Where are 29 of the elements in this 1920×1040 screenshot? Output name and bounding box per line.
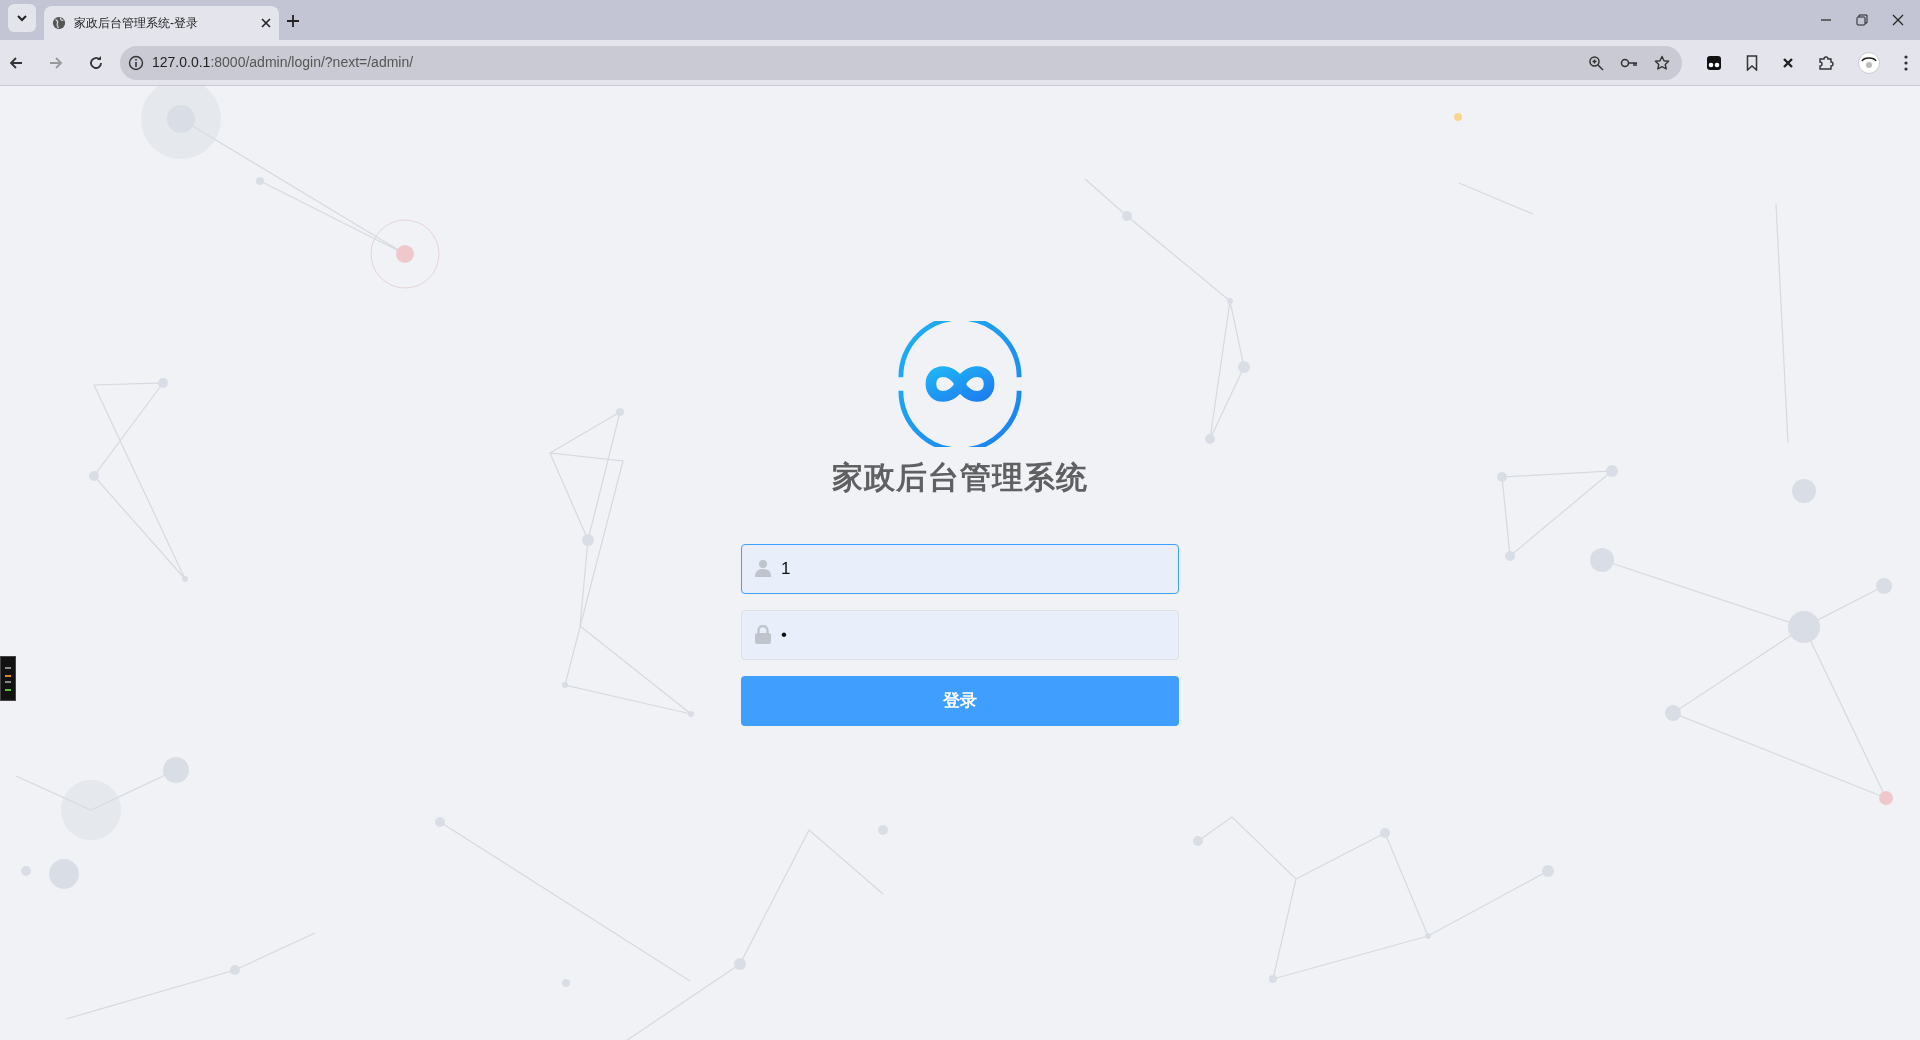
- new-tab-icon[interactable]: [287, 14, 299, 27]
- close-icon[interactable]: [1892, 14, 1904, 26]
- password-field[interactable]: •: [741, 609, 1179, 660]
- restore-icon[interactable]: [1856, 14, 1868, 26]
- globe-icon: [52, 16, 66, 30]
- x-icon[interactable]: [1782, 56, 1794, 69]
- lock-icon: [755, 624, 771, 644]
- zoom-icon[interactable]: [1588, 54, 1604, 71]
- info-icon[interactable]: [128, 54, 144, 71]
- tab-title: 家政后台管理系统-登录: [74, 15, 199, 32]
- caret-icon: [16, 14, 28, 22]
- infinity-logo-icon: [897, 321, 1023, 447]
- user-icon: [755, 558, 771, 577]
- key-icon[interactable]: [1620, 56, 1638, 69]
- bookmark-icon[interactable]: [1746, 54, 1758, 71]
- menu-icon[interactable]: [1904, 54, 1908, 71]
- tab-search-button[interactable]: [8, 4, 36, 32]
- browser-tab[interactable]: 家政后台管理系统-登录: [44, 6, 279, 40]
- username-field[interactable]: 1: [741, 543, 1179, 594]
- glasses-icon[interactable]: [1706, 54, 1722, 71]
- level-meter-icon: [0, 656, 16, 701]
- close-icon[interactable]: [261, 18, 271, 28]
- star-icon[interactable]: [1654, 54, 1670, 71]
- reload-icon[interactable]: [88, 54, 104, 71]
- avatar-icon[interactable]: [1858, 51, 1880, 74]
- puzzle-icon[interactable]: [1818, 54, 1834, 71]
- forward-icon: [48, 54, 64, 71]
- back-icon[interactable]: [8, 54, 24, 71]
- system-title: 家政后台管理系统: [832, 460, 1088, 495]
